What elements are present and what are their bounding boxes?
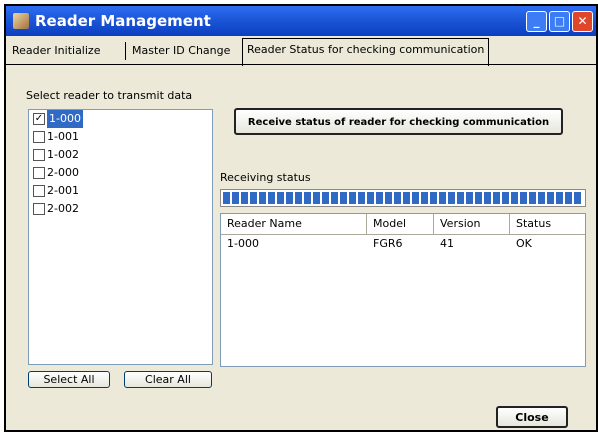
reader-item[interactable]: ✓ 1-000 (29, 110, 212, 128)
receiving-status-label: Receiving status (220, 171, 311, 184)
checkbox[interactable] (33, 185, 45, 197)
column-header[interactable]: Status (510, 214, 585, 234)
cell-model: FGR6 (373, 237, 403, 250)
column-header[interactable]: Model (367, 214, 434, 234)
tab-reader-status[interactable]: Reader Status for checking communication (242, 38, 490, 66)
window-title: Reader Management (35, 12, 211, 30)
column-header[interactable]: Reader Name (221, 214, 367, 234)
maximize-button[interactable]: □ (549, 11, 570, 32)
reader-item-label: 1-000 (47, 110, 83, 128)
tab-master-id-change[interactable]: Master ID Change (128, 40, 234, 64)
cell-version: 41 (440, 237, 454, 250)
tab-separator (125, 42, 126, 60)
reader-item-label: 1-002 (47, 148, 79, 161)
reader-status-panel: Select reader to transmit data ✓ 1-000 1-… (6, 64, 596, 393)
column-header[interactable]: Version (434, 214, 510, 234)
app-icon (13, 13, 29, 29)
reader-management-window: Reader Management _ □ ✕ Reader Initializ… (4, 4, 598, 432)
progress-fill (223, 192, 583, 204)
table-row[interactable]: 1-000 FGR6 41 OK (221, 235, 585, 253)
title-bar[interactable]: Reader Management _ □ ✕ (6, 6, 596, 36)
reader-item-label: 2-002 (47, 202, 79, 215)
select-all-button[interactable]: Select All (28, 371, 110, 388)
table-header: Reader Name Model Version Status (221, 214, 585, 235)
close-button[interactable]: Close (496, 406, 568, 428)
minimize-button[interactable]: _ (526, 11, 547, 32)
cell-status: OK (516, 237, 532, 250)
select-reader-label: Select reader to transmit data (26, 89, 193, 102)
reader-item-label: 2-001 (47, 184, 79, 197)
receive-status-button[interactable]: Receive status of reader for checking co… (234, 108, 563, 135)
status-table: Reader Name Model Version Status 1-000 F… (220, 213, 586, 367)
reader-item[interactable]: 1-001 (29, 128, 212, 146)
checkbox[interactable] (33, 149, 45, 161)
checkbox[interactable]: ✓ (33, 113, 45, 125)
tab-reader-initialize[interactable]: Reader Initialize (8, 40, 104, 64)
reader-item-label: 2-000 (47, 166, 79, 179)
reader-item[interactable]: 2-001 (29, 182, 212, 200)
reader-item[interactable]: 2-000 (29, 164, 212, 182)
checkbox[interactable] (33, 131, 45, 143)
close-window-button[interactable]: ✕ (572, 11, 593, 32)
reader-list[interactable]: ✓ 1-000 1-001 1-002 2-000 2-001 2-002 (28, 109, 213, 365)
checkbox[interactable] (33, 167, 45, 179)
reader-item[interactable]: 2-002 (29, 200, 212, 218)
cell-reader-name: 1-000 (227, 237, 259, 250)
receiving-progress-bar (220, 189, 586, 207)
checkbox[interactable] (33, 203, 45, 215)
reader-item-label: 1-001 (47, 130, 79, 143)
reader-item[interactable]: 1-002 (29, 146, 212, 164)
clear-all-button[interactable]: Clear All (124, 371, 212, 388)
